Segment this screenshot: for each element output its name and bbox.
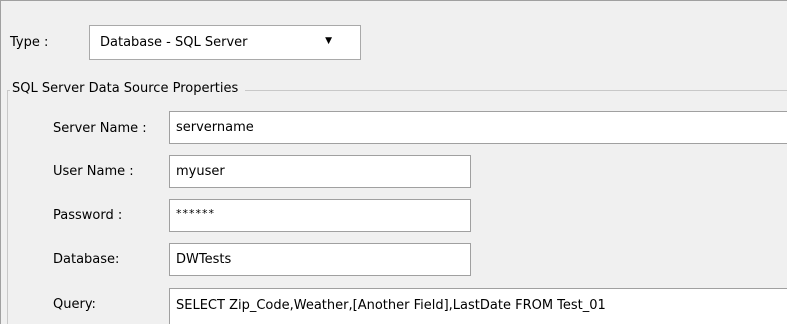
chevron-down-icon[interactable]: ▼ (325, 36, 332, 46)
database-value: DWTests (176, 252, 232, 267)
server-name-label: Server Name : (53, 121, 147, 136)
query-value: SELECT Zip_Code,Weather,[Another Field],… (176, 298, 606, 313)
password-input[interactable]: ****** (169, 199, 471, 232)
type-dropdown[interactable]: Database - SQL Server ▼ (89, 25, 361, 60)
database-label: Database: (53, 252, 120, 267)
groupbox-border-left (7, 90, 8, 324)
data-source-properties-panel: Type : Database - SQL Server ▼ SQL Serve… (0, 0, 787, 324)
query-label: Query: (53, 297, 96, 312)
type-selected-value: Database - SQL Server (100, 35, 248, 50)
password-masked-value: ****** (176, 207, 215, 220)
query-textarea[interactable]: SELECT Zip_Code,Weather,[Another Field],… (169, 288, 787, 324)
groupbox-title: SQL Server Data Source Properties (10, 81, 246, 96)
type-label: Type : (10, 35, 49, 50)
database-input[interactable]: DWTests (169, 243, 471, 276)
server-name-input[interactable]: servername (169, 111, 787, 144)
user-name-value: myuser (176, 164, 225, 179)
server-name-value: servername (176, 120, 254, 135)
user-name-input[interactable]: myuser (169, 155, 471, 188)
password-label: Password : (53, 208, 123, 223)
user-name-label: User Name : (53, 164, 134, 179)
